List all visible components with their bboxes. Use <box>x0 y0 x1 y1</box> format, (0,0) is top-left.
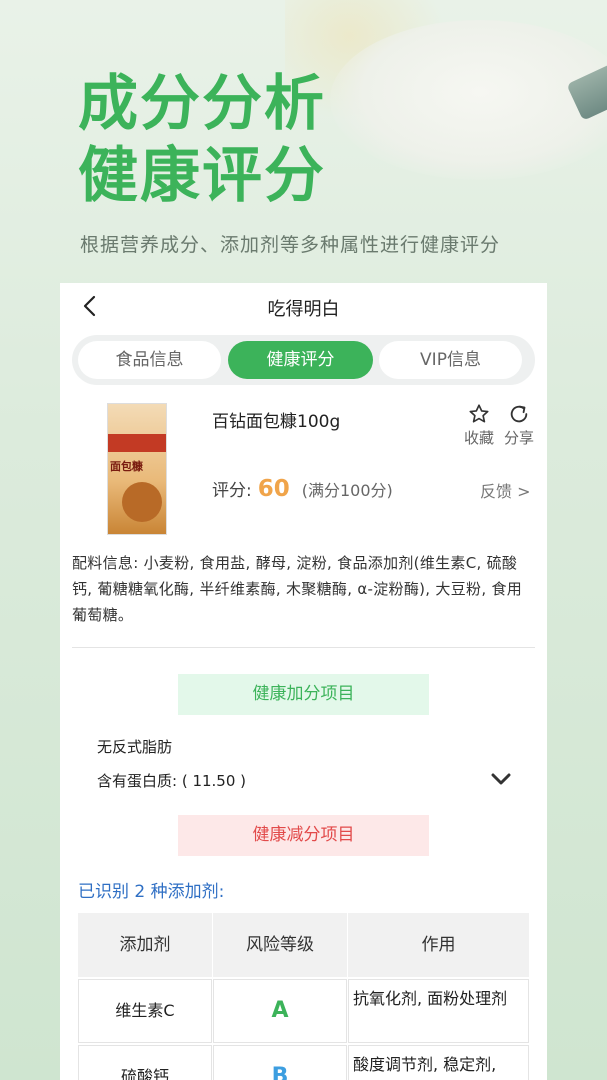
score-max: (满分100分) <box>301 481 393 500</box>
share-icon <box>510 405 528 423</box>
divider <box>72 647 535 648</box>
table-cell-effect: 酸度调节剂, 稳定剂, <box>348 1045 529 1080</box>
favorite-label: 收藏 <box>463 429 494 447</box>
plus-item-protein: 含有蛋白质: ( 11.50 ) <box>97 772 247 790</box>
tab-vip-info[interactable]: VIP信息 <box>379 341 522 379</box>
favorite-button[interactable]: 收藏 <box>459 403 499 448</box>
score-label: 评分: <box>212 481 252 501</box>
health-plus-header: 健康加分项目 <box>178 674 429 715</box>
product-name: 百钻面包糠100g <box>212 412 341 432</box>
score-value: 60 <box>257 476 290 502</box>
expand-toggle[interactable] <box>490 770 512 792</box>
feedback-link[interactable]: 反馈 > <box>480 478 531 502</box>
score-row: 评分: 60 (满分100分) <box>212 476 393 502</box>
package-label: 面包糠 <box>110 460 143 473</box>
hero-title-line1: 成分分析 <box>78 69 326 139</box>
hero-title-line2: 健康评分 <box>78 141 326 211</box>
table-header-additive: 添加剂 <box>78 913 212 977</box>
tab-bar: 食品信息 健康评分 VIP信息 <box>72 335 535 385</box>
star-icon <box>469 404 489 423</box>
additive-summary: 已识别 2 种添加剂: <box>78 882 225 902</box>
table-header-risk: 风险等级 <box>213 913 347 977</box>
table-header-effect: 作用 <box>348 913 529 977</box>
table-cell-level: B <box>213 1045 347 1080</box>
tab-health-score[interactable]: 健康评分 <box>228 341 373 379</box>
package-food-photo <box>122 482 162 522</box>
rice-bowl-decoration <box>330 20 607 180</box>
health-minus-header: 健康减分项目 <box>178 815 429 856</box>
table-cell-name: 硫酸钙 <box>78 1045 212 1080</box>
table-cell-name: 维生素C <box>78 979 212 1043</box>
app-screen-card: 吃得明白 食品信息 健康评分 VIP信息 面包糠 百钻面包糠100g 收藏 分享… <box>60 283 547 1080</box>
tab-food-info[interactable]: 食品信息 <box>78 341 221 379</box>
ingredients-info: 配料信息: 小麦粉, 食用盐, 酵母, 淀粉, 食品添加剂(维生素C, 硫酸钙,… <box>72 554 523 624</box>
title-bar: 吃得明白 <box>60 283 547 329</box>
product-image[interactable]: 面包糠 <box>107 403 167 535</box>
share-button[interactable]: 分享 <box>499 403 539 448</box>
package-band <box>108 434 166 452</box>
table-cell-level: A <box>213 979 347 1043</box>
chevron-down-icon <box>491 773 511 785</box>
hero-subtitle: 根据营养成分、添加剂等多种属性进行健康评分 <box>80 234 501 256</box>
plus-item-trans-fat: 无反式脂肪 <box>97 738 173 756</box>
share-label: 分享 <box>503 429 534 447</box>
app-title: 吃得明白 <box>267 299 340 320</box>
table-cell-effect: 抗氧化剂, 面粉处理剂 <box>348 979 529 1043</box>
